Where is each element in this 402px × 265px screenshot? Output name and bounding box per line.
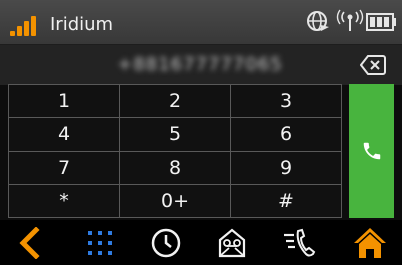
voicemail-icon xyxy=(218,228,246,258)
keypad-tab[interactable] xyxy=(80,224,120,262)
key-0-plus[interactable]: 0+ xyxy=(120,184,231,218)
back-chevron-icon xyxy=(19,227,40,259)
key-1[interactable]: 1 xyxy=(9,85,120,119)
back-button[interactable] xyxy=(10,224,50,262)
clock-icon xyxy=(151,228,181,258)
key-star[interactable]: * xyxy=(9,184,120,218)
home-icon xyxy=(354,228,386,258)
key-8[interactable]: 8 xyxy=(120,151,231,185)
key-9[interactable]: 9 xyxy=(231,151,342,185)
call-button[interactable] xyxy=(349,84,394,218)
number-row: +881677777065 xyxy=(0,45,402,85)
signal-bars-icon xyxy=(10,14,46,36)
call-log-tab[interactable] xyxy=(280,224,320,262)
home-button[interactable] xyxy=(350,224,390,262)
key-4[interactable]: 4 xyxy=(9,118,120,152)
key-2[interactable]: 2 xyxy=(120,85,231,119)
globe-icon xyxy=(307,11,329,31)
dialed-number[interactable]: +881677777065 xyxy=(40,51,360,79)
phone-icon xyxy=(363,142,380,160)
keypad: 1 2 3 4 5 6 7 8 9 * 0+ # xyxy=(8,84,342,218)
battery-icon xyxy=(366,13,396,31)
bottom-nav xyxy=(0,220,402,265)
key-7[interactable]: 7 xyxy=(9,151,120,185)
key-5[interactable]: 5 xyxy=(120,118,231,152)
key-6[interactable]: 6 xyxy=(231,118,342,152)
recents-tab[interactable] xyxy=(146,224,186,262)
status-bar: Iridium xyxy=(0,0,402,45)
backspace-icon[interactable] xyxy=(360,54,386,76)
network-name: Iridium xyxy=(50,14,114,35)
keypad-icon xyxy=(88,231,112,255)
key-hash[interactable]: # xyxy=(231,184,342,218)
antenna-icon xyxy=(336,9,364,31)
call-log-icon xyxy=(284,228,316,257)
voicemail-tab[interactable] xyxy=(212,224,252,262)
key-3[interactable]: 3 xyxy=(231,85,342,119)
